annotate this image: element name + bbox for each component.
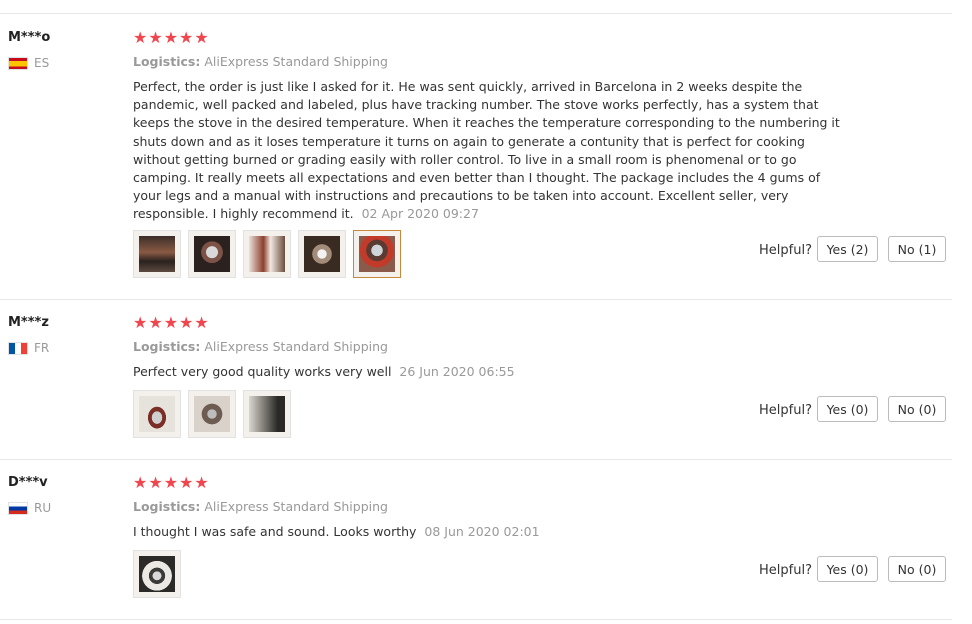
helpful-no-button[interactable]: No (0) xyxy=(888,396,946,422)
divider xyxy=(0,13,952,14)
review-photo-thumbnail[interactable] xyxy=(243,230,291,278)
logistics-value: AliExpress Standard Shipping xyxy=(204,54,388,69)
helpful-label: Helpful? xyxy=(759,403,812,418)
logistics-label: Logistics: xyxy=(133,499,201,514)
review-photo-thumbnail[interactable] xyxy=(133,230,181,278)
review-text: Perfect very good quality works very wel… xyxy=(133,363,849,381)
review-body: Perfect, the order is just like I asked … xyxy=(133,79,840,222)
star-rating: ★★★★★ xyxy=(133,313,210,332)
reviewer-name: M***o xyxy=(8,30,51,45)
star-rating: ★★★★★ xyxy=(133,28,210,47)
logistics-info: Logistics: AliExpress Standard Shipping xyxy=(133,339,388,354)
review-photo-thumbnail[interactable] xyxy=(188,230,236,278)
logistics-value: AliExpress Standard Shipping xyxy=(204,339,388,354)
helpful-yes-button[interactable]: Yes (0) xyxy=(817,396,878,422)
flag-spain-icon xyxy=(8,56,28,70)
review-photo-thumbnail[interactable] xyxy=(188,390,236,438)
review-body: Perfect very good quality works very wel… xyxy=(133,364,392,379)
helpful-label: Helpful? xyxy=(759,243,812,258)
review-photo-thumbnail[interactable] xyxy=(243,390,291,438)
logistics-value: AliExpress Standard Shipping xyxy=(204,499,388,514)
flag-france-icon xyxy=(8,341,28,355)
flag-russia-icon xyxy=(8,501,28,515)
review-photos xyxy=(133,230,408,278)
review-date: 02 Apr 2020 09:27 xyxy=(361,206,479,222)
logistics-label: Logistics: xyxy=(133,54,201,69)
review-body: I thought I was safe and sound. Looks wo… xyxy=(133,524,417,539)
review-date: 26 Jun 2020 06:55 xyxy=(399,364,515,379)
logistics-label: Logistics: xyxy=(133,339,201,354)
logistics-info: Logistics: AliExpress Standard Shipping xyxy=(133,499,388,514)
review-text: I thought I was safe and sound. Looks wo… xyxy=(133,523,849,541)
review-photo-thumbnail-selected[interactable] xyxy=(353,230,401,278)
helpful-yes-button[interactable]: Yes (0) xyxy=(817,556,878,582)
divider xyxy=(0,619,952,620)
review-photos xyxy=(133,390,298,438)
helpful-yes-button[interactable]: Yes (2) xyxy=(817,236,878,262)
review-photo-thumbnail[interactable] xyxy=(133,390,181,438)
review-photos xyxy=(133,550,188,598)
helpful-no-button[interactable]: No (0) xyxy=(888,556,946,582)
star-rating: ★★★★★ xyxy=(133,473,210,492)
review-photo-thumbnail[interactable] xyxy=(133,550,181,598)
country-code: FR xyxy=(34,341,50,355)
review-text: Perfect, the order is just like I asked … xyxy=(133,78,849,224)
reviewer-name: M***z xyxy=(8,315,49,330)
reviewer-country: FR xyxy=(8,341,49,355)
divider xyxy=(0,459,952,460)
divider xyxy=(0,299,952,300)
country-code: RU xyxy=(34,501,52,515)
review-date: 08 Jun 2020 02:01 xyxy=(424,524,540,539)
helpful-no-button[interactable]: No (1) xyxy=(888,236,946,262)
helpful-label: Helpful? xyxy=(759,563,812,578)
country-code: ES xyxy=(34,56,50,70)
reviewer-country: RU xyxy=(8,501,51,515)
reviewer-country: ES xyxy=(8,56,49,70)
previous-review-cutoff xyxy=(0,0,972,14)
review-photo-thumbnail[interactable] xyxy=(298,230,346,278)
logistics-info: Logistics: AliExpress Standard Shipping xyxy=(133,54,388,69)
reviewer-name: D***v xyxy=(8,475,48,490)
